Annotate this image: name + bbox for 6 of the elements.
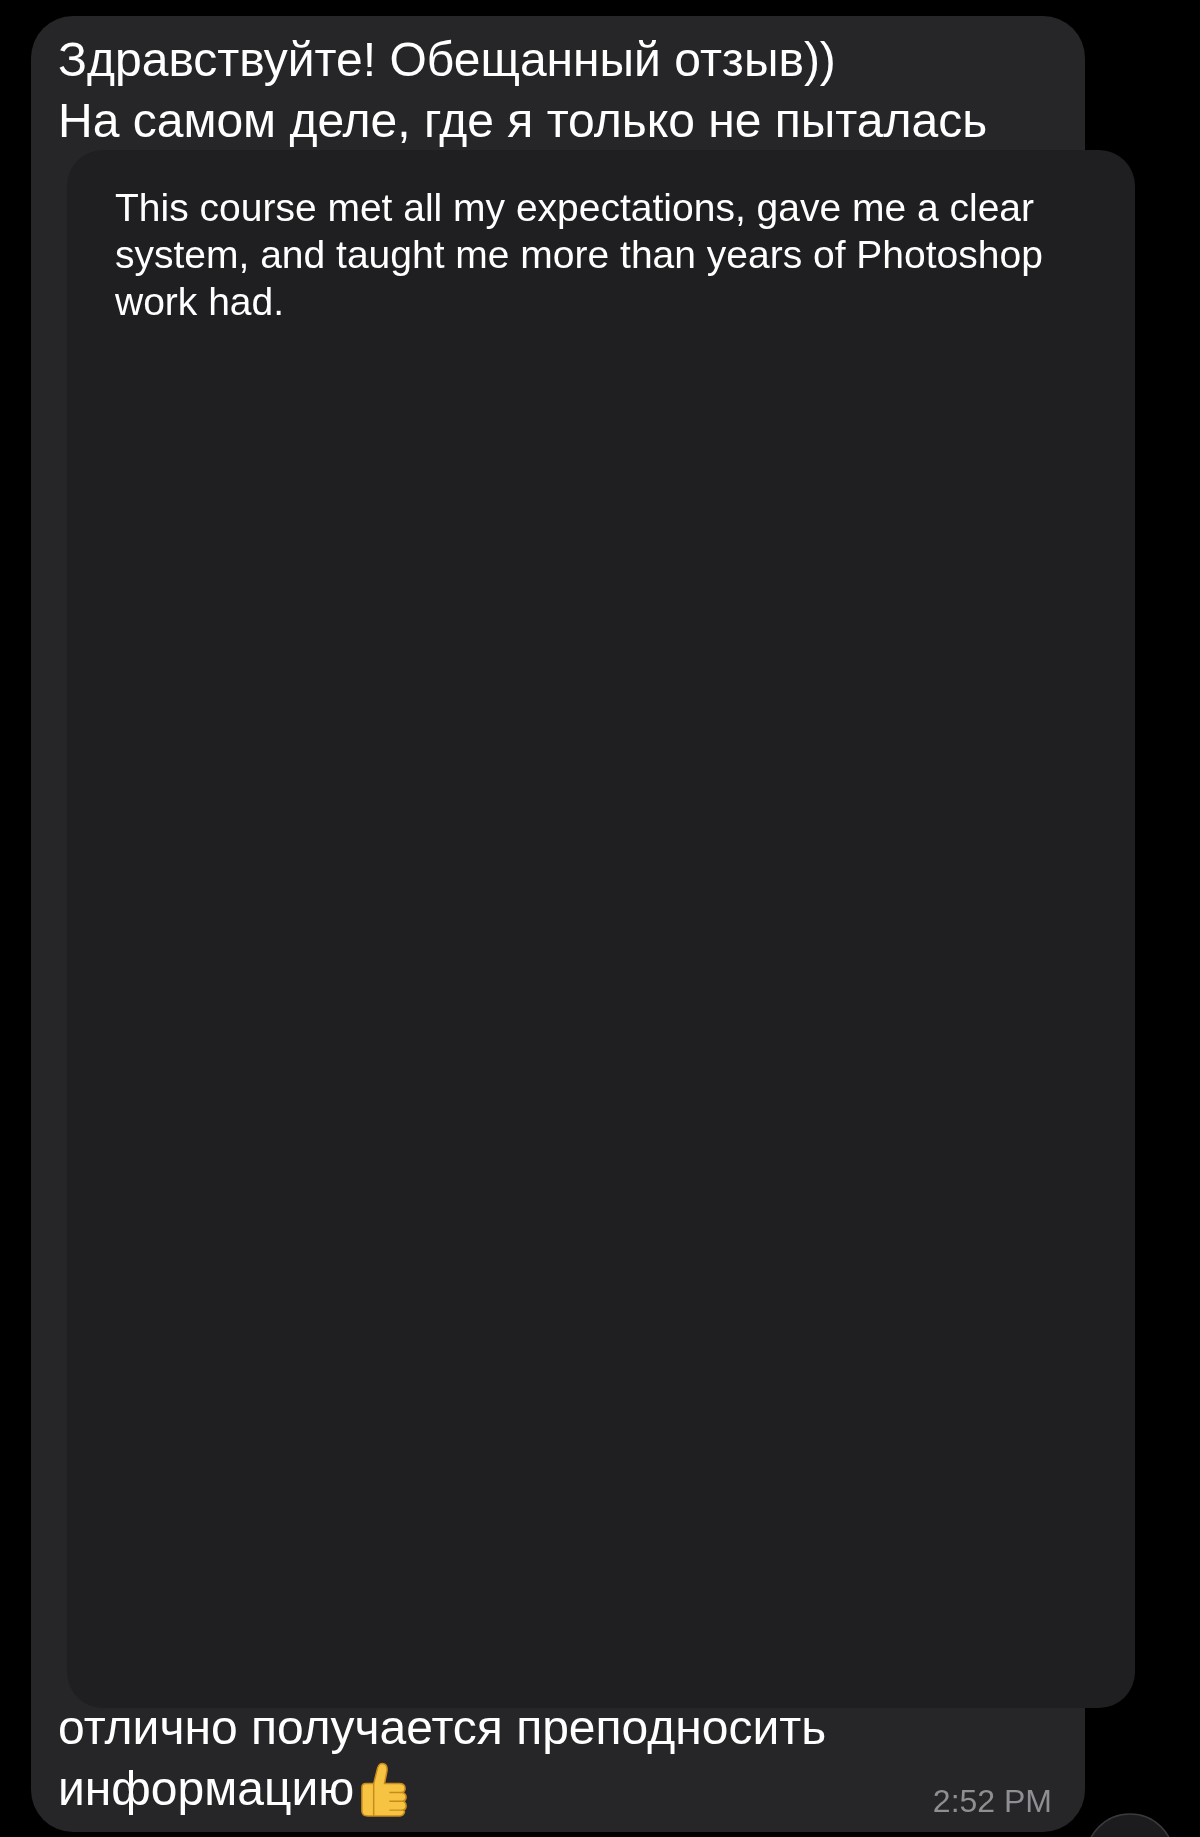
message-text: информацию: [58, 1761, 355, 1817]
message-text: Здравствуйте! Обещанный отзыв)): [58, 32, 836, 88]
message-text: отлично получается преподносить: [58, 1700, 827, 1756]
translation-text: This course met all my expectations, gave me a clear system, and taught me more than years of Photoshop work had.: [115, 185, 1044, 325]
message-text: На самом деле, где я только не пыталась: [58, 93, 988, 149]
message-time: 2:52 PM: [932, 1783, 1052, 1819]
